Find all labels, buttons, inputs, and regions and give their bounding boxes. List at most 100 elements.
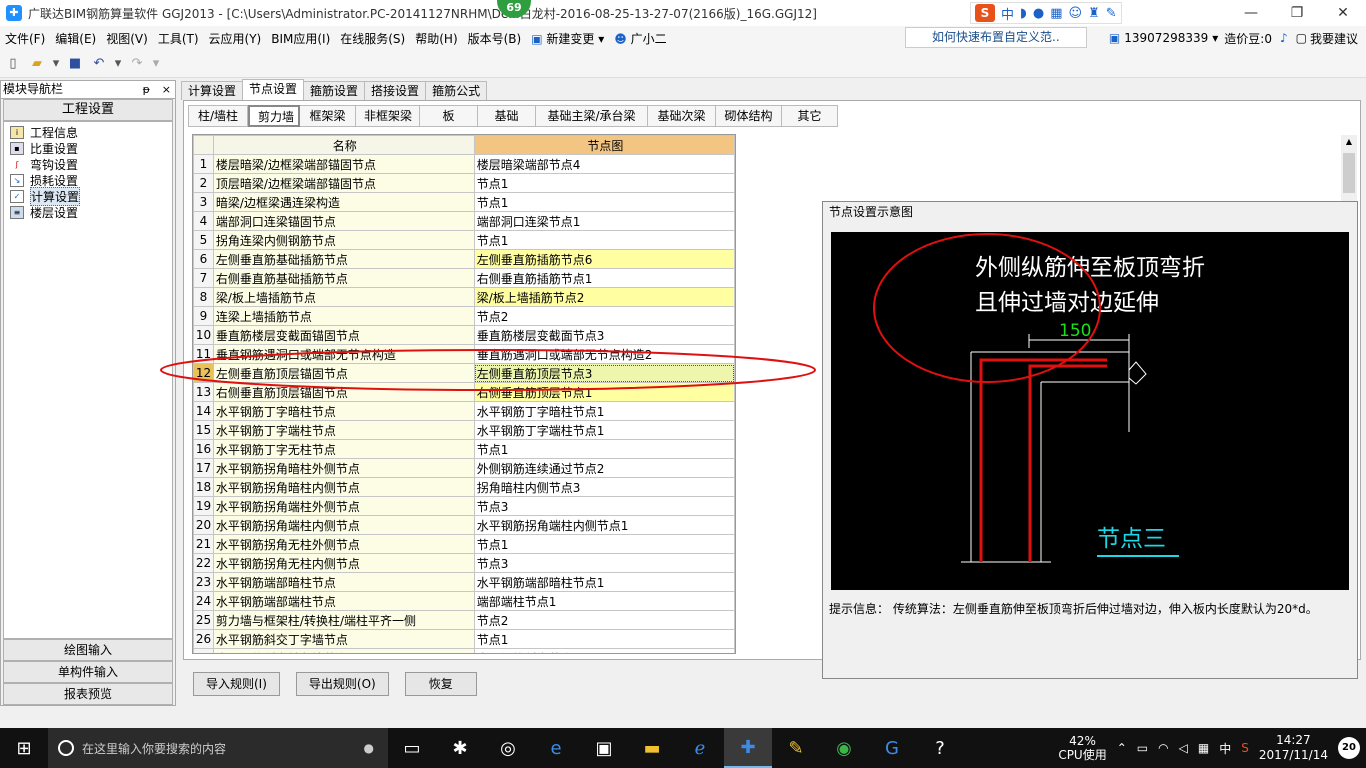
keyboard-icon[interactable]: ▦ bbox=[1198, 741, 1209, 755]
scroll-thumb[interactable] bbox=[1343, 153, 1355, 193]
table-row[interactable]: 6 左侧垂直筋基础插筋节点 左侧垂直筋插筋节点6 bbox=[193, 249, 735, 269]
menu-tools[interactable]: 工具(T) bbox=[153, 30, 204, 47]
row-node-select[interactable]: 右侧垂直筋插筋节点1 bbox=[473, 268, 735, 288]
ie-icon[interactable]: ℯ bbox=[676, 728, 724, 768]
table-row[interactable]: 4 端部洞口连梁锚固节点 端部洞口连梁节点1 bbox=[193, 211, 735, 231]
tab-node-settings[interactable]: 节点设置 bbox=[242, 79, 305, 100]
dropdown-icon[interactable]: ▾ bbox=[52, 55, 60, 73]
row-node-select[interactable]: 水平钢筋拐角端柱内侧节点1 bbox=[473, 515, 735, 535]
subtab-nonframe-beam[interactable]: 非框架梁 bbox=[356, 105, 420, 127]
table-row[interactable]: 14 水平钢筋丁字暗柱节点 水平钢筋丁字暗柱节点1 bbox=[193, 401, 735, 421]
cpu-meter[interactable]: 42% CPU使用 bbox=[1058, 734, 1106, 762]
subtab-shear-wall[interactable]: 剪力墙 bbox=[248, 105, 300, 127]
ime-indicator[interactable]: 中 bbox=[1219, 740, 1231, 757]
suggest-link[interactable]: 我要建议 bbox=[1310, 30, 1358, 47]
table-row[interactable]: 21 水平钢筋拐角无柱外侧节点 节点1 bbox=[193, 534, 735, 554]
shirt-icon[interactable]: ♜ bbox=[1088, 6, 1100, 21]
volume-icon[interactable]: ◁ bbox=[1179, 741, 1188, 755]
tree-item-floor[interactable]: ≡ 楼层设置 bbox=[4, 204, 172, 220]
notes-app-icon[interactable]: ✎ bbox=[772, 728, 820, 768]
wrench-icon[interactable]: ✎ bbox=[1106, 6, 1117, 21]
row-node-select[interactable]: 水平钢筋丁字暗柱节点1 bbox=[473, 401, 735, 421]
table-row[interactable]: 10 垂直筋楼层变截面锚固节点 垂直筋楼层变截面节点3 bbox=[193, 325, 735, 345]
table-row[interactable]: 23 水平钢筋端部暗柱节点 水平钢筋端部暗柱节点1 bbox=[193, 572, 735, 592]
tree-item-weight[interactable]: ▪ 比重设置 bbox=[4, 140, 172, 156]
table-row[interactable]: 19 水平钢筋拐角端柱外侧节点 节点3 bbox=[193, 496, 735, 516]
fan-app-icon[interactable]: ✱ bbox=[436, 728, 484, 768]
moon-icon[interactable]: ◗ bbox=[1020, 6, 1027, 21]
green-app-icon[interactable]: ◉ bbox=[820, 728, 868, 768]
table-row[interactable]: 16 水平钢筋丁字无柱节点 节点1 bbox=[193, 439, 735, 459]
table-row[interactable]: 3 暗梁/边框梁遇连梁构造 节点1 bbox=[193, 192, 735, 212]
menu-cloud[interactable]: 云应用(Y) bbox=[204, 30, 267, 47]
ime-toolbar[interactable]: S 中 ◗ ● ▦ ☺ ♜ ✎ bbox=[970, 2, 1122, 24]
clock[interactable]: 14:27 2017/11/14 bbox=[1259, 733, 1328, 763]
export-rules-button[interactable]: 导出规则(O) bbox=[295, 672, 389, 696]
row-node-select[interactable]: 端部端柱节点1 bbox=[473, 591, 735, 611]
close-icon[interactable]: × bbox=[158, 83, 175, 96]
open-folder-icon[interactable]: ▰ bbox=[28, 55, 46, 73]
row-node-select[interactable]: 梁/板上墙插筋节点2 bbox=[473, 287, 735, 307]
row-node-select[interactable]: 节点1 bbox=[473, 230, 735, 250]
subtab-foundation-secondary-beam[interactable]: 基础次梁 bbox=[648, 105, 716, 127]
chat-app-icon[interactable]: ◎ bbox=[484, 728, 532, 768]
subtab-slab[interactable]: 板 bbox=[420, 105, 478, 127]
menu-view[interactable]: 视图(V) bbox=[101, 30, 153, 47]
row-node-select[interactable]: 左侧垂直筋插筋节点6 bbox=[473, 249, 735, 269]
close-button[interactable]: ✕ bbox=[1320, 0, 1366, 26]
table-row[interactable]: 2 顶层暗梁/边框梁端部锚固节点 节点1 bbox=[193, 173, 735, 193]
table-row[interactable]: 20 水平钢筋拐角端柱内侧节点 水平钢筋拐角端柱内侧节点1 bbox=[193, 515, 735, 535]
row-node-select[interactable]: 拐角暗柱内侧节点3 bbox=[473, 477, 735, 497]
user-icon[interactable]: ☺ bbox=[1069, 6, 1083, 21]
edge-icon[interactable]: e bbox=[532, 728, 580, 768]
table-row[interactable]: 25 剪力墙与框架柱/转换柱/端柱平齐一侧 节点2 bbox=[193, 610, 735, 630]
tip-link[interactable]: 如何快速布置自定义范.. bbox=[905, 27, 1087, 48]
tree-item-calc[interactable]: ✓ 计算设置 bbox=[4, 186, 172, 206]
row-node-select[interactable]: 节点1 bbox=[473, 192, 735, 212]
menu-version[interactable]: 版本号(B) bbox=[463, 30, 527, 47]
table-row[interactable]: 18 水平钢筋拐角暗柱内侧节点 拐角暗柱内侧节点3 bbox=[193, 477, 735, 497]
import-rules-button[interactable]: 导入规则(I) bbox=[193, 672, 280, 696]
table-row[interactable]: 9 连梁上墙插筋节点 节点2 bbox=[193, 306, 735, 326]
notification-center-icon[interactable]: 20 bbox=[1338, 737, 1360, 759]
table-row[interactable]: 27水平钢筋斜交转角墙节点水平钢筋斜交节点3 bbox=[193, 648, 735, 653]
menu-file[interactable]: 文件(F) bbox=[0, 30, 50, 47]
battery-icon[interactable]: ▭ bbox=[1137, 741, 1148, 755]
row-node-select[interactable]: 节点1 bbox=[473, 629, 735, 649]
wifi-icon[interactable]: ◠ bbox=[1158, 741, 1168, 755]
save-icon[interactable]: ■ bbox=[66, 55, 84, 73]
dropdown-icon[interactable]: ▾ bbox=[114, 55, 122, 73]
subtab-column[interactable]: 柱/墙柱 bbox=[188, 105, 248, 127]
help-app-icon[interactable]: ? bbox=[916, 728, 964, 768]
header-name[interactable]: 名称 bbox=[212, 135, 475, 155]
table-row[interactable]: 15 水平钢筋丁字端柱节点 水平钢筋丁字端柱节点1 bbox=[193, 420, 735, 440]
row-node-select[interactable]: 节点1 bbox=[473, 534, 735, 554]
new-file-icon[interactable]: ▯ bbox=[4, 55, 22, 73]
row-node-select[interactable]: 节点2 bbox=[473, 306, 735, 326]
row-node-select[interactable]: 垂直筋楼层变截面节点3 bbox=[473, 325, 735, 345]
row-node-select[interactable]: 外侧钢筋连续通过节点2 bbox=[473, 458, 735, 478]
tree-item-project-info[interactable]: i 工程信息 bbox=[4, 124, 172, 140]
table-row[interactable]: 7 右侧垂直筋基础插筋节点 右侧垂直筋插筋节点1 bbox=[193, 268, 735, 288]
taskbar-search[interactable]: 在这里输入你要搜索的内容 ● bbox=[48, 728, 388, 768]
dropdown-icon[interactable]: ▾ bbox=[152, 55, 160, 73]
row-node-select[interactable]: 端部洞口连梁节点1 bbox=[473, 211, 735, 231]
row-node-select[interactable]: 节点2 bbox=[473, 610, 735, 630]
menu-assistant[interactable]: ☻ 广小二 bbox=[609, 30, 671, 47]
sogou-tray-icon[interactable]: S bbox=[1241, 741, 1249, 755]
mic-icon[interactable]: ● bbox=[364, 741, 374, 755]
mic-icon[interactable]: ● bbox=[1033, 6, 1044, 21]
pin-icon[interactable]: ᵽ bbox=[139, 83, 154, 96]
menu-help[interactable]: 帮助(H) bbox=[410, 30, 462, 47]
table-row[interactable]: 17 水平钢筋拐角暗柱外侧节点 外侧钢筋连续通过节点2 bbox=[193, 458, 735, 478]
restore-button[interactable]: 恢复 bbox=[404, 672, 477, 696]
points-label[interactable]: 造价豆:0 bbox=[1224, 30, 1272, 47]
menu-new-change[interactable]: ▣ 新建变更 ▾ bbox=[526, 30, 609, 47]
subtab-foundation-main-beam[interactable]: 基础主梁/承台梁 bbox=[536, 105, 648, 127]
nav-report-preview[interactable]: 报表预览 bbox=[3, 683, 173, 705]
account-phone[interactable]: 13907298339 bbox=[1124, 31, 1208, 45]
row-node-select[interactable]: 水平钢筋丁字端柱节点1 bbox=[473, 420, 735, 440]
row-node-select[interactable]: 节点3 bbox=[473, 553, 735, 573]
table-row[interactable]: 5 拐角连梁内侧钢筋节点 节点1 bbox=[193, 230, 735, 250]
subtab-frame-beam[interactable]: 框架梁 bbox=[300, 105, 356, 127]
